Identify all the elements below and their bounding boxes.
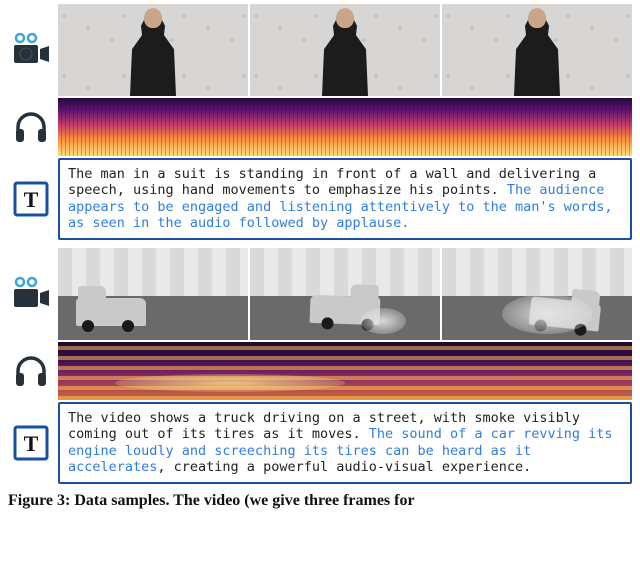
figure-caption: Figure 3: Data samples. The video (we gi… <box>8 492 632 510</box>
video-frame <box>250 4 440 96</box>
caption-box: The video shows a truck driving on a str… <box>58 402 632 484</box>
data-sample: T The video shows a truck driving on a s… <box>8 248 632 484</box>
audio-icon-col <box>8 342 54 400</box>
video-icon-col <box>8 4 54 96</box>
svg-text:T: T <box>24 431 39 456</box>
caption-tail-text: , creating a powerful audio-visual exper… <box>157 459 531 475</box>
svg-text:T: T <box>24 187 39 212</box>
data-sample: T The man in a suit is standing in front… <box>8 4 632 240</box>
video-camera-icon <box>11 276 51 312</box>
spectrogram-image <box>58 342 632 400</box>
text-icon-col: T <box>8 402 54 484</box>
audio-spectrogram <box>58 98 632 156</box>
caption-content: The man in a suit is standing in front o… <box>58 158 632 240</box>
video-frame <box>442 4 632 96</box>
video-camera-icon <box>11 32 51 68</box>
video-frame <box>58 4 248 96</box>
video-frame <box>250 248 440 340</box>
text-icon-col: T <box>8 158 54 240</box>
video-icon-col <box>8 248 54 340</box>
text-caption-row: T The video shows a truck driving on a s… <box>8 402 632 484</box>
video-frames <box>58 4 632 96</box>
headphones-icon <box>12 353 50 389</box>
text-box-icon: T <box>12 180 50 218</box>
video-frame <box>58 248 248 340</box>
caption-content: The video shows a truck driving on a str… <box>58 402 632 484</box>
text-caption-row: T The man in a suit is standing in front… <box>8 158 632 240</box>
video-frame <box>442 248 632 340</box>
audio-spectrogram-row <box>8 98 632 156</box>
text-box-icon: T <box>12 424 50 462</box>
audio-spectrogram <box>58 342 632 400</box>
spectrogram-image <box>58 98 632 156</box>
headphones-icon <box>12 109 50 145</box>
video-frames-row <box>8 248 632 340</box>
audio-spectrogram-row <box>8 342 632 400</box>
audio-icon-col <box>8 98 54 156</box>
video-frames-row <box>8 4 632 96</box>
caption-box: The man in a suit is standing in front o… <box>58 158 632 240</box>
video-frames <box>58 248 632 340</box>
